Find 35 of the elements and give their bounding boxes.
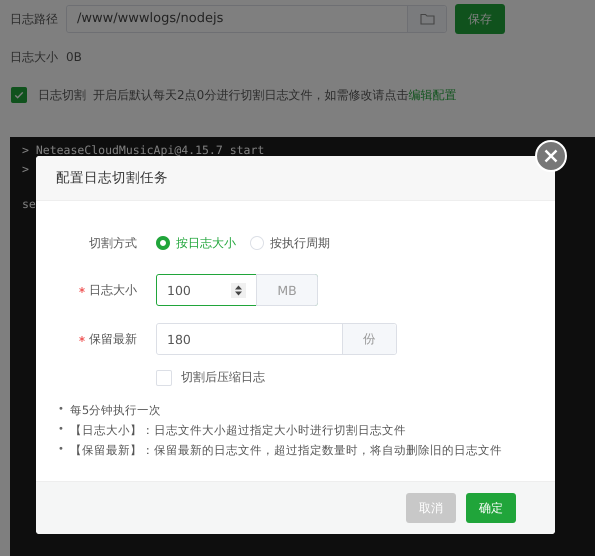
- checkbox-label: 切割后压缩日志: [181, 369, 265, 386]
- confirm-button[interactable]: 确定: [466, 493, 516, 523]
- checkbox[interactable]: [11, 87, 27, 103]
- note-text: 【保留最新】：保留最新的日志文件，超过指定数量时，将自动删除旧的日志文件: [70, 442, 502, 458]
- note-text: 每5分钟执行一次: [70, 402, 162, 418]
- terminal-line: >: [22, 162, 29, 176]
- unit-addon: MB: [256, 274, 318, 306]
- number-field[interactable]: 100 MB: [156, 274, 318, 306]
- field-label: 切割方式: [89, 234, 137, 252]
- field-label: 日志大小: [89, 282, 137, 298]
- check-icon: [13, 89, 25, 101]
- bullet: •: [58, 423, 64, 437]
- note-text: 【日志大小】：日志文件大小超过指定大小时进行切割日志文件: [70, 422, 406, 438]
- field-label: 日志路径: [10, 10, 58, 28]
- size-value: 0B: [66, 50, 82, 64]
- close-icon: [544, 149, 558, 163]
- bullet: •: [58, 443, 64, 457]
- edit-config-link[interactable]: 编辑配置: [408, 88, 456, 102]
- number-field[interactable]: 180 份: [156, 323, 397, 355]
- folder-button[interactable]: [407, 6, 446, 32]
- save-button[interactable]: 保存: [455, 4, 505, 34]
- bullet: •: [58, 403, 64, 417]
- description-text: 开启后默认每天2点0分进行切割日志文件，如需修改请点击编辑配置: [93, 86, 456, 104]
- path-field[interactable]: /www/wwwlogs/nodejs: [66, 5, 447, 33]
- folder-icon: [420, 13, 434, 25]
- radio-option[interactable]: 按执行周期: [250, 234, 330, 252]
- spinner-icon[interactable]: [231, 282, 246, 298]
- radio-option[interactable]: 按日志大小: [156, 234, 236, 252]
- terminal-line: > NeteaseCloudMusicApi@4.15.7 start: [22, 143, 264, 157]
- terminal-line: se: [22, 197, 36, 211]
- field-label: 保留最新: [89, 330, 137, 348]
- field-label: 日志大小: [10, 48, 58, 66]
- dialog-title: 配置日志切割任务: [56, 169, 168, 187]
- checkbox-label: 日志切割: [38, 86, 86, 104]
- unit-addon: 份: [342, 324, 396, 354]
